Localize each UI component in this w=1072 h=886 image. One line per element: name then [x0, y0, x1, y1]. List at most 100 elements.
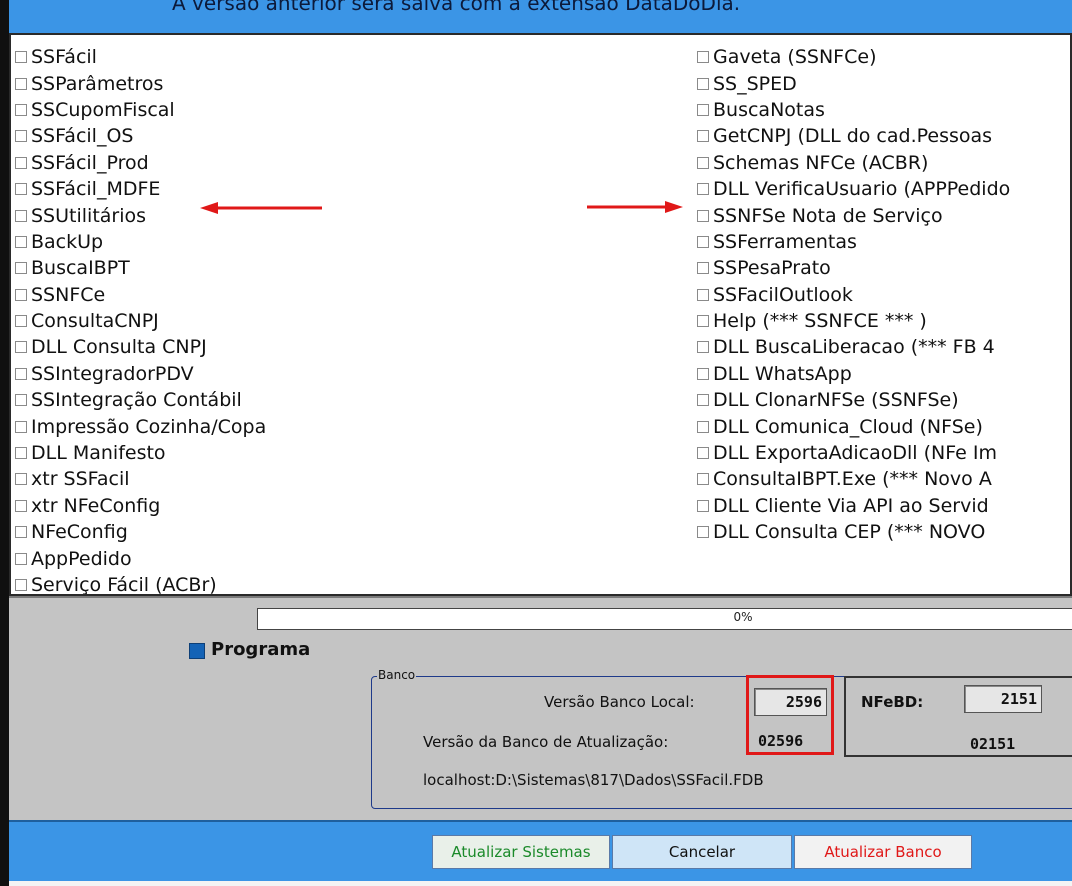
cancel-button[interactable]: Cancelar [612, 835, 792, 869]
module-item[interactable]: SSFacilOutlook [695, 282, 1010, 308]
module-item[interactable]: ConsultaIBPT.Exe (*** Novo A [695, 466, 1010, 492]
module-item[interactable]: Help (*** SSNFCE *** ) [695, 308, 1010, 334]
module-item[interactable]: SSNFCe [13, 282, 266, 308]
module-checkbox[interactable] [697, 526, 709, 539]
module-item[interactable]: Impressão Cozinha/Copa [13, 413, 266, 439]
module-item[interactable]: BuscaIBPT [13, 255, 266, 281]
module-checkbox[interactable] [15, 420, 27, 433]
progress-label: 0% [733, 610, 753, 624]
module-checkbox[interactable] [15, 183, 27, 196]
module-checkbox[interactable] [15, 51, 27, 64]
module-checkbox[interactable] [697, 183, 709, 196]
module-item[interactable]: BuscaNotas [695, 97, 1010, 123]
module-checkbox[interactable] [697, 130, 709, 143]
module-checkbox[interactable] [15, 103, 27, 116]
local-version-label: Versão Banco Local: [544, 693, 695, 711]
module-item[interactable]: DLL BuscaLiberacao (*** FB 4 [695, 334, 1010, 360]
module-item[interactable]: ConsultaCNPJ [13, 308, 266, 334]
module-label: SSIntegração Contábil [31, 389, 242, 412]
module-checkbox[interactable] [697, 367, 709, 380]
module-item[interactable]: NFeConfig [13, 519, 266, 545]
module-label: SSIntegradorPDV [31, 362, 194, 385]
module-item[interactable]: DLL Cliente Via API ao Servid [695, 493, 1010, 519]
module-item[interactable]: DLL Consulta CEP (*** NOVO [695, 519, 1010, 545]
module-checkbox[interactable] [15, 394, 27, 407]
module-item[interactable]: SSFácil_OS [13, 123, 266, 149]
module-item[interactable]: SSCupomFiscal [13, 97, 266, 123]
module-item[interactable]: SSPesaPrato [695, 255, 1010, 281]
module-item[interactable]: Serviço Fácil (ACBr) [13, 572, 266, 594]
module-item[interactable]: SSFácil_MDFE [13, 176, 266, 202]
module-checkbox[interactable] [697, 473, 709, 486]
module-list[interactable]: SSFácil SSParâmetros SSCupomFiscal SSFácil_… [9, 33, 1072, 596]
module-item[interactable]: AppPedido [13, 545, 266, 571]
update-version-label: Versão da Banco de Atualização: [423, 733, 669, 751]
module-checkbox[interactable] [15, 288, 27, 301]
module-checkbox[interactable] [15, 235, 27, 248]
module-item[interactable]: DLL Consulta CNPJ [13, 334, 266, 360]
module-checkbox[interactable] [15, 130, 27, 143]
nfebd-local-field: 2151 [964, 685, 1042, 713]
module-checkbox[interactable] [697, 341, 709, 354]
module-label: ConsultaIBPT.Exe (*** Novo A [713, 468, 992, 491]
module-item[interactable]: DLL ClonarNFSe (SSNFSe) [695, 387, 1010, 413]
module-label: BuscaIBPT [31, 257, 130, 280]
update-database-button[interactable]: Atualizar Banco [794, 835, 972, 869]
module-item[interactable]: BackUp [13, 229, 266, 255]
module-checkbox[interactable] [15, 262, 27, 275]
module-item[interactable]: SSFácil [13, 44, 266, 70]
module-item[interactable]: DLL WhatsApp [695, 361, 1010, 387]
module-list-left-column: SSFácil SSParâmetros SSCupomFiscal SSFácil_… [13, 44, 266, 594]
module-checkbox[interactable] [697, 315, 709, 328]
module-item[interactable]: DLL Manifesto [13, 440, 266, 466]
module-checkbox[interactable] [697, 499, 709, 512]
module-item[interactable]: Gaveta (SSNFCe) [695, 44, 1010, 70]
module-checkbox[interactable] [697, 288, 709, 301]
module-checkbox[interactable] [697, 235, 709, 248]
module-label: DLL Cliente Via API ao Servid [713, 494, 989, 517]
module-item[interactable]: DLL Comunica_Cloud (NFSe) [695, 413, 1010, 439]
module-checkbox[interactable] [15, 315, 27, 328]
module-checkbox[interactable] [15, 367, 27, 380]
progress-bar: 0% [257, 608, 1072, 630]
red-arrow-left-icon [200, 202, 322, 214]
module-item[interactable]: SSNFSe Nota de Serviço [695, 202, 1010, 228]
module-checkbox[interactable] [15, 156, 27, 169]
module-checkbox[interactable] [15, 209, 27, 222]
module-item[interactable]: xtr SSFacil [13, 466, 266, 492]
module-checkbox[interactable] [697, 394, 709, 407]
module-label: SSFacilOutlook [713, 283, 853, 306]
module-checkbox[interactable] [15, 579, 27, 591]
programa-checkbox[interactable] [189, 643, 205, 659]
module-item[interactable]: SSIntegradorPDV [13, 361, 266, 387]
module-checkbox[interactable] [15, 552, 27, 565]
module-checkbox[interactable] [15, 526, 27, 539]
header-notice: A versão anterior será salva com a exten… [172, 0, 741, 15]
module-checkbox[interactable] [15, 77, 27, 90]
module-checkbox[interactable] [697, 420, 709, 433]
update-systems-button[interactable]: Atualizar Sistemas [432, 835, 610, 869]
module-checkbox[interactable] [697, 156, 709, 169]
module-item[interactable]: SSParâmetros [13, 70, 266, 96]
module-checkbox[interactable] [697, 103, 709, 116]
module-item[interactable]: Schemas NFCe (ACBR) [695, 150, 1010, 176]
module-checkbox[interactable] [15, 341, 27, 354]
module-item[interactable]: xtr NFeConfig [13, 493, 266, 519]
module-checkbox[interactable] [697, 447, 709, 460]
module-checkbox[interactable] [697, 209, 709, 222]
module-checkbox[interactable] [15, 447, 27, 460]
module-item[interactable]: SSFerramentas [695, 229, 1010, 255]
module-checkbox[interactable] [15, 473, 27, 486]
module-checkbox[interactable] [697, 77, 709, 90]
module-item[interactable]: SSIntegração Contábil [13, 387, 266, 413]
module-item[interactable]: GetCNPJ (DLL do cad.Pessoas [695, 123, 1010, 149]
module-item[interactable]: DLL ExportaAdicaoDll (NFe Im [695, 440, 1010, 466]
module-item[interactable]: SS_SPED [695, 70, 1010, 96]
programa-label: Programa [211, 639, 311, 660]
module-checkbox[interactable] [15, 499, 27, 512]
module-label: SSUtilitários [31, 204, 147, 227]
module-item[interactable]: SSFácil_Prod [13, 150, 266, 176]
module-item[interactable]: DLL VerificaUsuario (APPPedido [695, 176, 1010, 202]
module-checkbox[interactable] [697, 51, 709, 64]
module-checkbox[interactable] [697, 262, 709, 275]
